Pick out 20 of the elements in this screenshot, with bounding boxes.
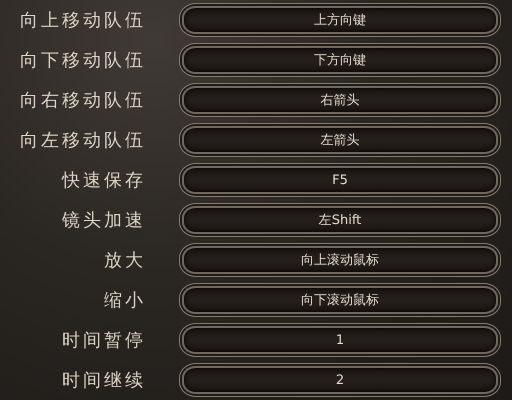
key-binding-button[interactable]: 左箭头 <box>182 126 498 154</box>
action-label: 向上移动队伍 <box>19 9 147 32</box>
action-label: 镜头加速 <box>61 209 147 232</box>
action-label: 缩小 <box>103 289 147 312</box>
key-binding-button[interactable]: 右箭头 <box>182 86 498 114</box>
key-binding-button[interactable]: 2 <box>182 366 498 394</box>
action-label: 时间继续 <box>61 369 147 392</box>
key-binding-button[interactable]: 向下滚动鼠标 <box>182 286 498 314</box>
action-label: 向右移动队伍 <box>19 89 147 112</box>
key-binding-button[interactable]: 上方向键 <box>182 6 498 34</box>
key-binding-button[interactable]: 左Shift <box>182 206 498 234</box>
key-binding-button[interactable]: 下方向键 <box>182 46 498 74</box>
key-binding-button[interactable]: F5 <box>182 166 498 194</box>
action-label: 快速保存 <box>60 169 147 192</box>
key-binding-button[interactable]: 1 <box>182 326 498 354</box>
action-label: 向下移动队伍 <box>19 49 147 72</box>
action-label: 向左移动队伍 <box>19 129 147 152</box>
action-label: 放大 <box>103 249 147 272</box>
key-binding-button[interactable]: 向上滚动鼠标 <box>182 246 498 274</box>
action-label: 时间暂停 <box>61 329 147 352</box>
